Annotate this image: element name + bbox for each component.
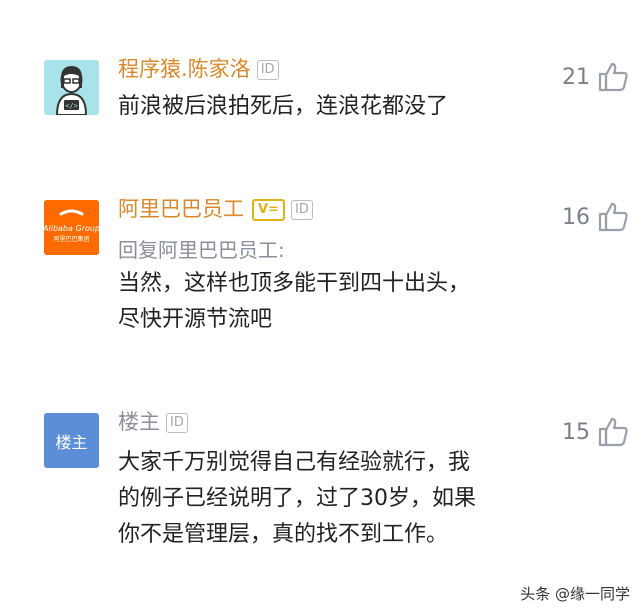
like-button[interactable]: 15 [562,415,630,449]
thumbs-up-icon [598,62,628,92]
like-count: 15 [562,419,590,445]
like-count: 21 [562,64,590,90]
avatar-brand-text: Alibaba Group [44,224,99,233]
thumbs-up-icon [598,417,628,447]
like-button[interactable]: 16 [562,200,630,234]
like-count: 16 [562,204,590,230]
id-badge: ID [290,200,313,220]
username-text[interactable]: 楼主 [118,410,160,434]
id-badge: ID [256,60,279,80]
programmer-avatar-icon: </> [44,60,99,115]
comment-text: 大家千万别觉得自己有经验就行，我 的例子已经说明了，过了30岁，如果 你不是管理… [118,450,476,547]
avatar-text: 楼主 [55,432,88,452]
comment-text: 当然，这样也顶多能干到四十出头， 尽快开源节流吧 [118,271,471,332]
verified-badge: V= [252,199,285,221]
avatar[interactable]: Alibaba Group 阿里巴巴集团 [44,200,99,255]
comment-text: 前浪被后浪拍死后，连浪花都没了 [118,94,449,119]
username[interactable]: 楼主 ID [118,409,188,435]
username[interactable]: 阿里巴巴员工 V= ID [118,196,313,222]
thumbs-up-icon [598,202,628,232]
reply-to-label: 回复阿里巴巴员工: [118,238,285,262]
svg-text:</>: </> [65,102,78,110]
alibaba-logo-icon: Alibaba Group 阿里巴巴集团 [44,200,99,255]
watermark: 头条 @缘一同学 [520,585,630,603]
avatar-sub-text: 阿里巴巴集团 [53,235,89,243]
avatar[interactable]: 楼主 [44,413,99,468]
username-text[interactable]: 阿里巴巴员工 [118,197,244,221]
username[interactable]: 程序猿.陈家洛 ID [118,56,279,82]
avatar[interactable]: </> [44,60,99,115]
id-badge: ID [166,413,188,433]
username-text[interactable]: 程序猿.陈家洛 [118,57,251,81]
like-button[interactable]: 21 [562,60,630,94]
